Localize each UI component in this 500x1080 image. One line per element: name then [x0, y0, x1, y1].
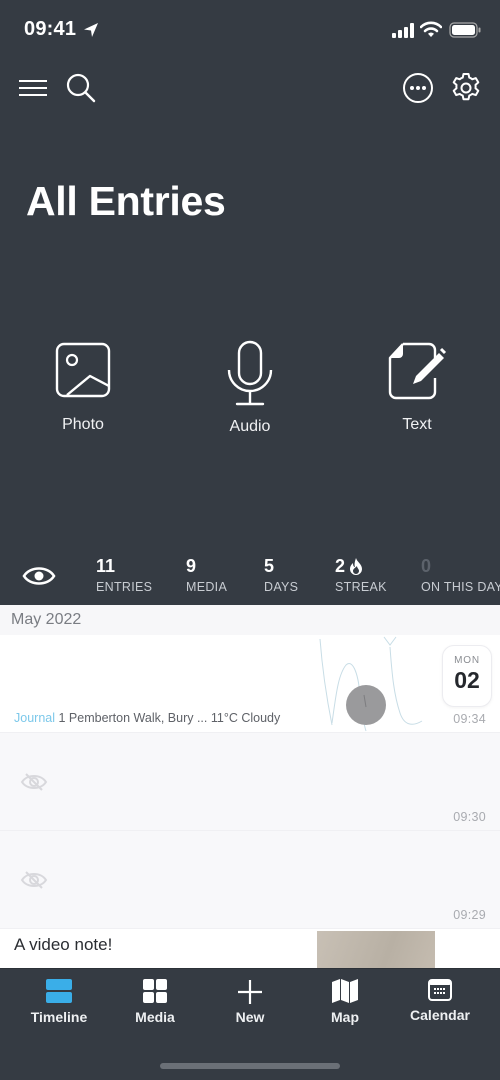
stat-streak-label: STREAK: [335, 580, 387, 594]
text-label: Text: [402, 416, 432, 433]
timeline-list[interactable]: May 2022 MON 02 Journal 1 Pemberton Walk…: [0, 605, 500, 968]
stats-bar: 11 ENTRIES 9 MEDIA 5 DAYS 2 STREAK 0 ON …: [0, 556, 500, 600]
more-options-icon: [403, 73, 433, 103]
hidden-entry[interactable]: 09:29: [0, 831, 500, 929]
tab-media-label: Media: [135, 1009, 175, 1025]
journal-name[interactable]: Journal: [14, 711, 55, 725]
hidden-entry[interactable]: 09:30: [0, 733, 500, 831]
video-entry[interactable]: A video note!: [0, 929, 500, 968]
settings-button[interactable]: [448, 70, 484, 106]
stat-entries-label: ENTRIES: [96, 580, 153, 594]
page-title: All Entries: [26, 178, 226, 224]
stat-on-this-day-value: 0: [421, 556, 432, 576]
flame-icon: [350, 558, 363, 575]
settings-gear-icon: [452, 73, 480, 101]
tab-timeline[interactable]: Timeline: [14, 979, 104, 1025]
eye-slash-icon: [20, 871, 48, 889]
timeline-icon: [46, 979, 72, 1003]
media-grid-icon: [143, 979, 167, 1003]
stat-media-label: MEDIA: [186, 580, 228, 594]
plus-icon: [238, 980, 262, 1004]
stat-media[interactable]: 9 MEDIA: [186, 556, 227, 594]
entry-time: 09:30: [453, 810, 486, 824]
tab-map-label: Map: [331, 1009, 359, 1025]
search-button[interactable]: [63, 70, 99, 106]
stat-media-value: 9: [186, 556, 197, 576]
entry-time: 09:34: [453, 712, 486, 726]
audio-label: Audio: [229, 418, 271, 435]
tab-calendar-label: Calendar: [410, 1007, 470, 1023]
cellular-signal-icon: [392, 23, 414, 38]
stat-days[interactable]: 5 DAYS: [264, 556, 298, 594]
photo-label: Photo: [62, 416, 104, 433]
tab-calendar[interactable]: Calendar: [395, 979, 485, 1023]
calendar-icon: [428, 979, 452, 1001]
month-header: May 2022: [0, 605, 500, 635]
tab-new-label: New: [235, 1009, 265, 1025]
stat-streak[interactable]: 2 STREAK: [335, 556, 387, 594]
stat-on-this-day-label: ON THIS DAY: [421, 580, 500, 594]
home-indicator[interactable]: [160, 1063, 340, 1069]
search-icon: [66, 73, 96, 103]
date-badge: MON 02: [442, 645, 492, 707]
tab-bar: Timeline Media New Map Calendar: [0, 968, 500, 1080]
eye-slash-icon: [20, 773, 48, 791]
entry-meta: Journal 1 Pemberton Walk, Bury ... 11°C …: [14, 711, 280, 725]
video-thumbnail: [317, 931, 435, 968]
photo-icon: [55, 342, 111, 398]
add-photo-button[interactable]: Photo: [28, 340, 138, 434]
tab-new[interactable]: New: [205, 979, 295, 1025]
entry-weather: 11°C Cloudy: [210, 711, 281, 725]
hamburger-menu-icon: [19, 80, 47, 96]
date-day-number: 02: [454, 667, 480, 693]
entry-thumbnail: [319, 636, 423, 732]
wifi-icon: [420, 21, 442, 37]
stat-entries-value: 11: [96, 556, 116, 576]
tab-timeline-label: Timeline: [30, 1009, 88, 1025]
location-arrow-icon: [84, 23, 98, 37]
date-day-of-week: MON: [454, 655, 480, 666]
document-edit-icon: [388, 342, 447, 400]
add-audio-button[interactable]: Audio: [195, 340, 305, 436]
entry-location: 1 Pemberton Walk, Bury ...: [58, 711, 208, 725]
entry-title: A video note!: [14, 935, 113, 954]
stat-on-this-day[interactable]: 0 ON THIS DAY: [421, 556, 500, 594]
microphone-icon: [227, 340, 273, 406]
stat-entries[interactable]: 11 ENTRIES: [96, 556, 152, 594]
entry-card[interactable]: MON 02 Journal 1 Pemberton Walk, Bury ..…: [0, 635, 500, 733]
quick-actions: Photo Audio Text: [0, 340, 500, 450]
stat-days-label: DAYS: [264, 580, 299, 594]
stat-days-value: 5: [264, 556, 275, 576]
eye-icon[interactable]: [22, 564, 56, 588]
tab-map[interactable]: Map: [300, 979, 390, 1025]
stat-streak-value: 2: [335, 556, 346, 576]
add-text-button[interactable]: Text: [362, 340, 472, 434]
status-time: 09:41: [24, 18, 77, 40]
battery-icon: [449, 22, 481, 38]
entry-time: 09:29: [453, 908, 486, 922]
map-icon: [332, 979, 358, 1003]
tab-media[interactable]: Media: [110, 979, 200, 1025]
status-bar: 09:41: [0, 0, 500, 60]
menu-button[interactable]: [15, 70, 51, 106]
more-options-button[interactable]: [400, 70, 436, 106]
